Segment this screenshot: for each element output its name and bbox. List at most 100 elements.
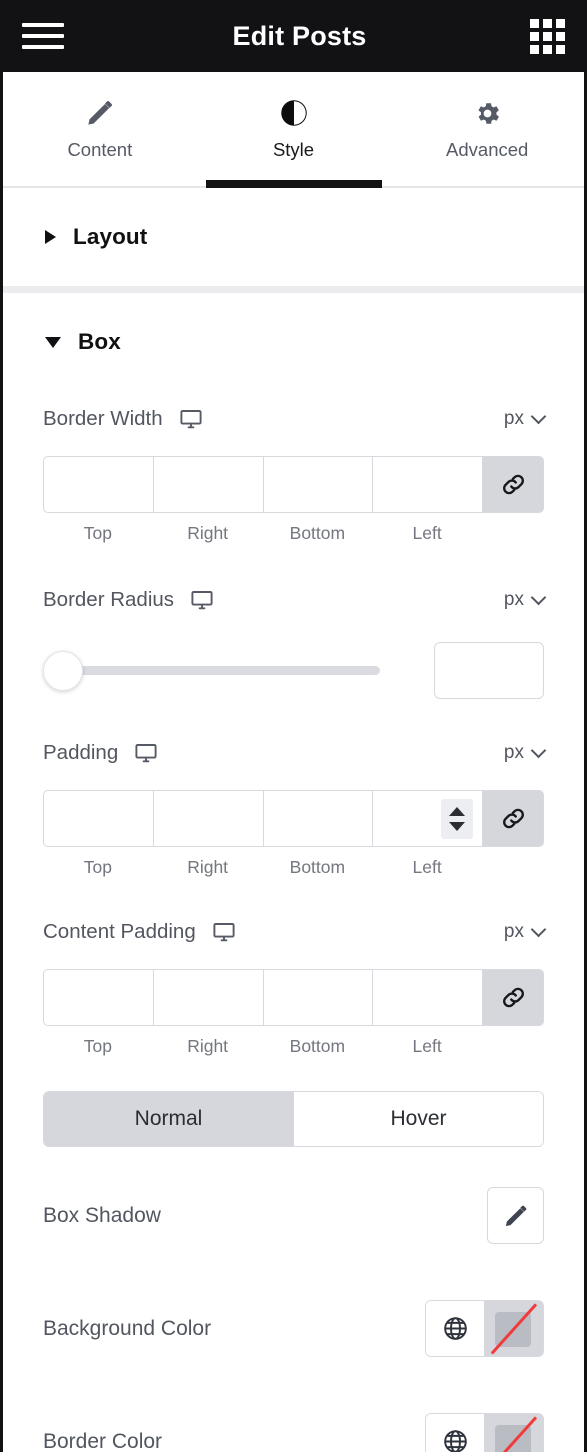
- dimension-inputs: [43, 790, 544, 847]
- desktop-monitor-icon[interactable]: [212, 920, 236, 944]
- no-color-slash-icon[interactable]: [484, 1414, 543, 1452]
- dimension-legend: Top Right Bottom Left: [43, 523, 544, 544]
- control-header: Content Padding px: [43, 904, 547, 960]
- grid-cell: [530, 44, 539, 54]
- spinner-up-arrow[interactable]: [449, 806, 465, 816]
- grid-apps-icon[interactable]: [527, 18, 565, 54]
- unit-label: px: [503, 742, 524, 763]
- contrast-icon: [279, 98, 309, 128]
- unit-selector-px[interactable]: px: [503, 742, 547, 764]
- page-title: Edit Posts: [232, 20, 367, 51]
- chevron-down-icon: [530, 742, 547, 759]
- border-radius-slider[interactable]: [43, 649, 410, 693]
- section-divider: [3, 286, 584, 293]
- legend-right: Right: [187, 523, 229, 543]
- tab-content[interactable]: Content: [3, 72, 197, 186]
- gear-icon: [473, 98, 502, 128]
- slider-row: [43, 642, 544, 699]
- globe-icon[interactable]: [426, 1301, 484, 1356]
- hamburger-bar: [22, 34, 64, 38]
- no-color-slash-icon[interactable]: [484, 1301, 543, 1356]
- content-padding-right-input[interactable]: [152, 969, 263, 1026]
- hamburger-bar: [22, 45, 64, 49]
- legend-left: Left: [412, 1036, 442, 1056]
- desktop-monitor-icon[interactable]: [134, 741, 158, 765]
- control-label: Border Radius: [43, 588, 175, 611]
- grid-cell: [530, 18, 539, 28]
- legend-bottom: Bottom: [289, 1036, 346, 1056]
- legend-top: Top: [83, 1036, 112, 1056]
- grid-cell: [530, 31, 539, 41]
- border-width-left-input[interactable]: [372, 456, 482, 513]
- link-chain-icon[interactable]: [482, 790, 544, 847]
- state-tab-normal[interactable]: Normal: [44, 1092, 293, 1146]
- caret-right-icon: [45, 230, 56, 244]
- dimension-inputs: [43, 969, 544, 1026]
- unit-selector-px[interactable]: px: [503, 921, 547, 943]
- control-header: Border Radius px: [43, 572, 547, 628]
- legend-bottom: Bottom: [289, 523, 346, 543]
- content-padding-top-input[interactable]: [43, 969, 153, 1026]
- border-color-control: [425, 1413, 544, 1452]
- link-chain-icon[interactable]: [482, 969, 544, 1026]
- hamburger-bar: [22, 23, 64, 27]
- row-background-color: Background Color: [3, 1272, 584, 1385]
- tab-advanced[interactable]: Advanced: [390, 72, 584, 186]
- dimension-legend: Top Right Bottom Left: [43, 857, 544, 878]
- unit-selector-px[interactable]: px: [503, 589, 547, 611]
- section-header-layout[interactable]: Layout: [3, 188, 584, 286]
- spinner-down-arrow[interactable]: [449, 821, 465, 831]
- tab-label: Advanced: [446, 139, 529, 161]
- border-width-top-input[interactable]: [43, 456, 153, 513]
- control-label: Padding: [43, 741, 119, 764]
- globe-icon[interactable]: [426, 1414, 484, 1452]
- tab-label: Style: [272, 139, 315, 161]
- grid-cell: [543, 18, 552, 28]
- legend-right: Right: [187, 857, 229, 877]
- legend-top: Top: [83, 857, 112, 877]
- content-padding-left-input[interactable]: [372, 969, 482, 1026]
- legend-top: Top: [83, 523, 112, 543]
- spinner-updown-icon[interactable]: [441, 798, 473, 839]
- elementor-style-panel: Edit Posts Content Style Advanced Layout…: [0, 0, 587, 1452]
- border-width-right-input[interactable]: [152, 456, 263, 513]
- slider-thumb[interactable]: [43, 650, 83, 691]
- chevron-down-icon: [530, 921, 547, 938]
- hamburger-menu-icon[interactable]: [22, 18, 66, 54]
- desktop-monitor-icon[interactable]: [190, 588, 214, 612]
- padding-right-input[interactable]: [152, 790, 263, 847]
- legend-left: Left: [412, 857, 442, 877]
- grid-cell: [543, 44, 552, 54]
- slider-track: [61, 666, 380, 675]
- dimension-legend: Top Right Bottom Left: [43, 1036, 544, 1057]
- control-label: Content Padding: [43, 920, 196, 943]
- control-label: Background Color: [43, 1316, 212, 1340]
- dimension-inputs: [43, 456, 544, 513]
- unit-label: px: [503, 921, 524, 942]
- control-header: Border Width px: [43, 391, 547, 447]
- border-radius-number-input[interactable]: [434, 642, 544, 699]
- background-color-control: [425, 1300, 544, 1357]
- desktop-monitor-icon[interactable]: [179, 407, 203, 431]
- control-label: Box Shadow: [43, 1203, 161, 1227]
- section-header-box[interactable]: Box: [3, 293, 584, 391]
- padding-bottom-input[interactable]: [262, 790, 373, 847]
- padding-left-input[interactable]: [372, 790, 482, 847]
- grid-cell: [556, 44, 565, 54]
- row-box-shadow: Box Shadow: [3, 1159, 584, 1272]
- state-toggle: Normal Hover: [43, 1091, 544, 1147]
- state-tab-hover[interactable]: Hover: [293, 1092, 543, 1146]
- grid-cell: [556, 18, 565, 28]
- link-chain-icon[interactable]: [482, 456, 544, 513]
- unit-label: px: [503, 589, 524, 610]
- unit-selector-px[interactable]: px: [504, 408, 547, 430]
- legend-right: Right: [187, 1036, 229, 1056]
- tab-label: Content: [67, 139, 133, 161]
- border-width-bottom-input[interactable]: [262, 456, 373, 513]
- tab-style[interactable]: Style: [197, 72, 391, 186]
- content-padding-bottom-input[interactable]: [262, 969, 373, 1026]
- control-header: Padding px: [43, 725, 547, 781]
- pencil-edit-icon[interactable]: [487, 1187, 544, 1244]
- row-border-color: Border Color: [3, 1385, 584, 1452]
- padding-top-input[interactable]: [43, 790, 153, 847]
